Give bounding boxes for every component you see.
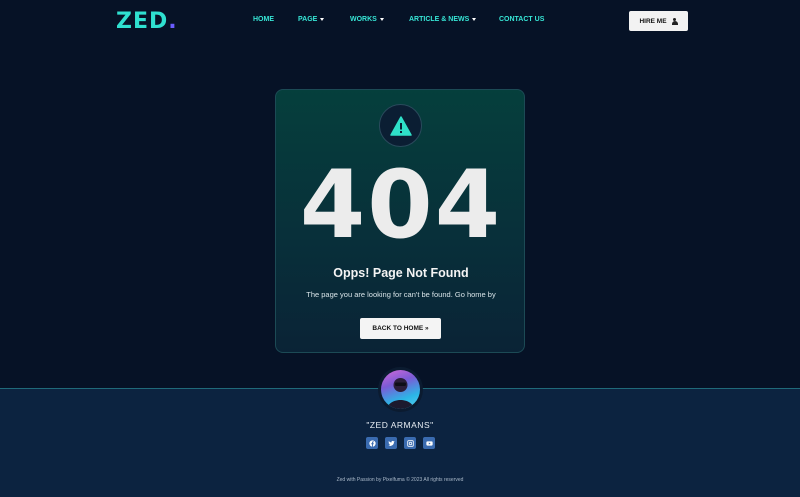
caret-down-icon	[472, 18, 477, 21]
nav-item-article-news[interactable]: ARTICLE & NEWS	[409, 16, 477, 23]
error-code: 404	[299, 151, 503, 260]
copyright-text: Zed with Passion by Pixelfuma © 2023 All…	[336, 477, 464, 483]
logo-text: ZED	[116, 9, 169, 34]
user-icon	[671, 17, 678, 25]
nav-label: PAGE	[298, 16, 318, 23]
caret-down-icon	[320, 18, 325, 21]
avatar-image	[381, 370, 420, 409]
back-to-home-button[interactable]: BACK TO HOME »	[360, 318, 441, 339]
nav-item-contact[interactable]: CONTACT US	[499, 16, 544, 23]
site-header: ZED. HOME PAGE WORKS ARTICLE & NEWS CONT…	[0, 0, 800, 42]
nav-item-works[interactable]: WORKS	[350, 16, 384, 23]
avatar	[378, 367, 423, 412]
hire-me-button[interactable]: HIRE ME	[629, 11, 688, 31]
warning-icon	[389, 115, 412, 136]
error-title: Opps! Page Not Found	[333, 266, 469, 280]
nav-label: ARTICLE & NEWS	[409, 16, 470, 23]
social-links	[366, 437, 435, 449]
hire-label: HIRE ME	[639, 17, 667, 25]
warning-badge	[379, 104, 422, 147]
error-description: The page you are looking for can't be fo…	[306, 290, 496, 299]
author-name: "ZED ARMANS"	[366, 420, 434, 430]
error-card: 404 Opps! Page Not Found The page you ar…	[275, 89, 525, 353]
nav-item-home[interactable]: HOME	[253, 16, 274, 23]
facebook-icon[interactable]	[366, 437, 378, 449]
youtube-icon[interactable]	[423, 437, 435, 449]
nav-item-page[interactable]: PAGE	[298, 16, 325, 23]
caret-down-icon	[379, 18, 384, 21]
logo[interactable]: ZED.	[116, 9, 178, 34]
dribbble-icon[interactable]	[404, 437, 416, 449]
nav-label: WORKS	[350, 16, 377, 23]
nav-label: HOME	[253, 16, 274, 23]
nav-label: CONTACT US	[499, 16, 545, 23]
logo-dot: .	[168, 9, 178, 34]
twitter-icon[interactable]	[385, 437, 397, 449]
